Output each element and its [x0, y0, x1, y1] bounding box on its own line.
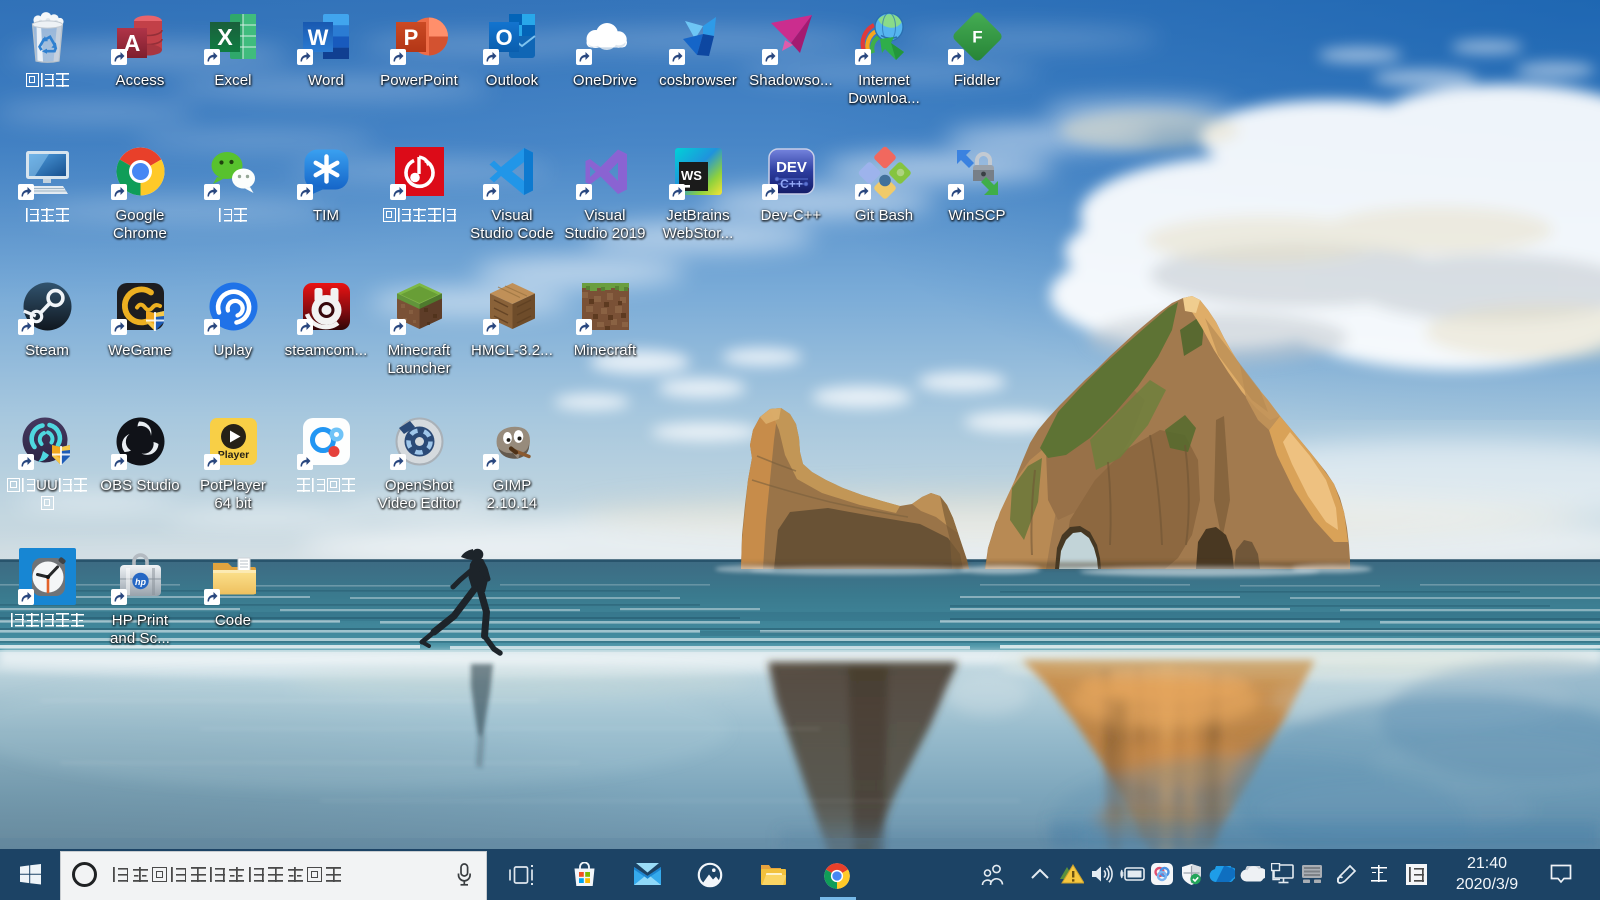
svg-text:O: O	[495, 25, 512, 50]
svg-text:F: F	[972, 28, 982, 47]
svg-text:WS: WS	[681, 168, 702, 183]
svg-text:C++: C++	[780, 177, 803, 191]
svg-text:W: W	[307, 25, 328, 50]
svg-text:DEV: DEV	[776, 159, 807, 176]
svg-text:hp: hp	[135, 577, 146, 587]
svg-text:X: X	[217, 24, 233, 50]
svg-text:Player: Player	[217, 449, 249, 461]
svg-text:P: P	[403, 25, 418, 50]
